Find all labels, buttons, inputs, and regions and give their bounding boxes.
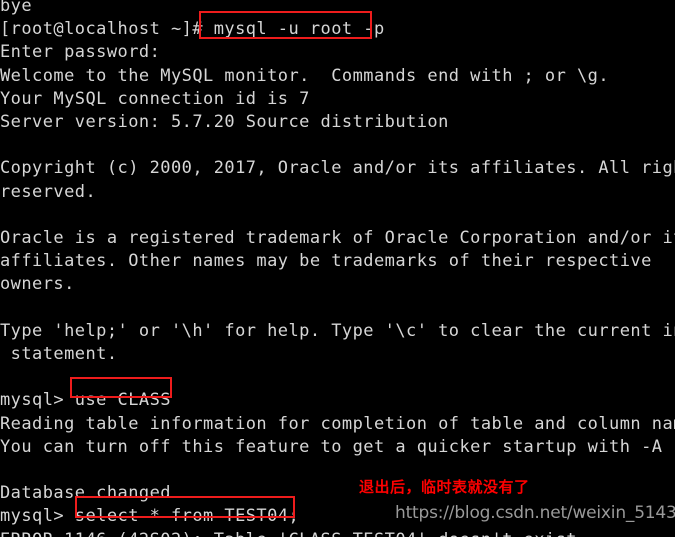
terminal-output[interactable]: bye [root@localhost ~]# mysql -u root -p… (0, 0, 675, 537)
terminal-line-mysql-prompt-select: mysql> select * from TEST04; (0, 506, 300, 527)
terminal-line-error-message: ERROR 1146 (42S02): Table 'CLASS.TEST04'… (0, 530, 577, 537)
terminal-line-copyright-1: Copyright (c) 2000, 2017, Oracle and/or … (0, 158, 675, 179)
terminal-line-bye: bye (0, 0, 33, 16)
terminal-line-trademark-1: Oracle is a registered trademark of Orac… (0, 228, 675, 249)
terminal-line-welcome: Welcome to the MySQL monitor. Commands e… (0, 65, 610, 86)
terminal-line-help-1: Type 'help;' or '\h' for help. Type '\c'… (0, 320, 675, 341)
terminal-line-connection-id: Your MySQL connection id is 7 (0, 88, 310, 109)
watermark-url-text: https://blog.csdn.net/weixin_51431591 (395, 503, 675, 523)
terminal-line-trademark-2: affiliates. Other names may be trademark… (0, 251, 652, 272)
terminal-line-shell-prompt-login: [root@localhost ~]# mysql -u root -p (0, 19, 385, 40)
terminal-line-trademark-3: owners. (0, 274, 75, 295)
terminal-line-mysql-prompt-use: mysql> use CLASS (0, 390, 171, 411)
terminal-line-server-version: Server version: 5.7.20 Source distributi… (0, 112, 449, 133)
annotation-note-text: 退出后，临时表就没有了 (359, 478, 530, 496)
terminal-line-reading-table-info: Reading table information for completion… (0, 413, 675, 434)
terminal-line-turn-off-feature: You can turn off this feature to get a q… (0, 436, 663, 457)
terminal-window[interactable]: bye [root@localhost ~]# mysql -u root -p… (0, 0, 675, 537)
terminal-line-help-2: statement. (0, 344, 118, 365)
terminal-line-enter-password: Enter password: (0, 42, 161, 63)
terminal-line-copyright-2: reserved. (0, 181, 97, 202)
terminal-line-database-changed: Database changed (0, 483, 171, 504)
